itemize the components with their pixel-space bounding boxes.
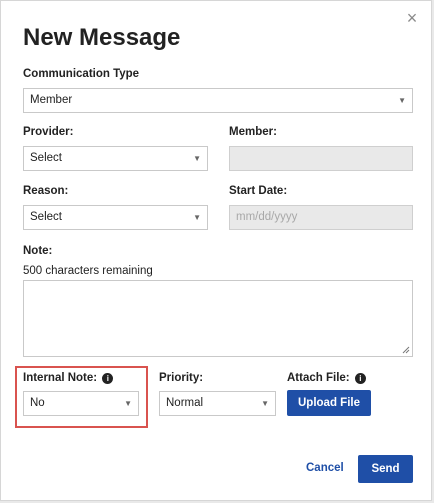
chevron-down-icon: ▼ [261, 399, 269, 408]
new-message-dialog: × New Message Communication Type Member … [0, 0, 432, 501]
reason-value: Select [30, 211, 62, 223]
attach-file-label: Attach File: [287, 372, 350, 384]
chevron-down-icon: ▼ [193, 154, 201, 163]
priority-label: Priority: [159, 372, 204, 384]
reason-label: Reason: [23, 185, 69, 197]
member-field [229, 146, 413, 171]
chevron-down-icon: ▼ [193, 213, 201, 222]
dialog-title: New Message [23, 24, 181, 51]
start-date-label: Start Date: [229, 185, 288, 197]
note-characters-remaining: 500 characters remaining [23, 265, 153, 277]
send-button[interactable]: Send [358, 455, 413, 483]
info-icon[interactable]: i [354, 373, 366, 384]
start-date-field: mm/dd/yyyy [229, 205, 413, 230]
resize-grip-icon[interactable] [402, 346, 410, 354]
communication-type-value: Member [30, 94, 73, 106]
provider-value: Select [30, 152, 62, 164]
member-label: Member: [229, 126, 277, 138]
priority-select[interactable]: Normal ▼ [159, 391, 276, 416]
note-textarea[interactable] [23, 280, 413, 357]
cancel-button[interactable]: Cancel [306, 462, 344, 474]
priority-value: Normal [166, 397, 204, 409]
internal-note-value: No [30, 397, 45, 409]
attach-file-label-row: Attach File: i [287, 372, 366, 384]
note-label: Note: [23, 245, 53, 257]
reason-select[interactable]: Select ▼ [23, 205, 208, 230]
chevron-down-icon: ▼ [124, 399, 132, 408]
provider-select[interactable]: Select ▼ [23, 146, 208, 171]
close-icon[interactable]: × [403, 9, 421, 27]
chevron-down-icon: ▼ [398, 96, 406, 105]
internal-note-label-row: Internal Note: i [23, 372, 114, 384]
internal-note-label: Internal Note: [23, 372, 98, 384]
provider-label: Provider: [23, 126, 74, 138]
internal-note-select[interactable]: No ▼ [23, 391, 139, 416]
info-icon[interactable]: i [102, 373, 114, 384]
communication-type-label: Communication Type [23, 68, 140, 80]
communication-type-select[interactable]: Member ▼ [23, 88, 413, 113]
upload-file-button[interactable]: Upload File [287, 390, 371, 416]
